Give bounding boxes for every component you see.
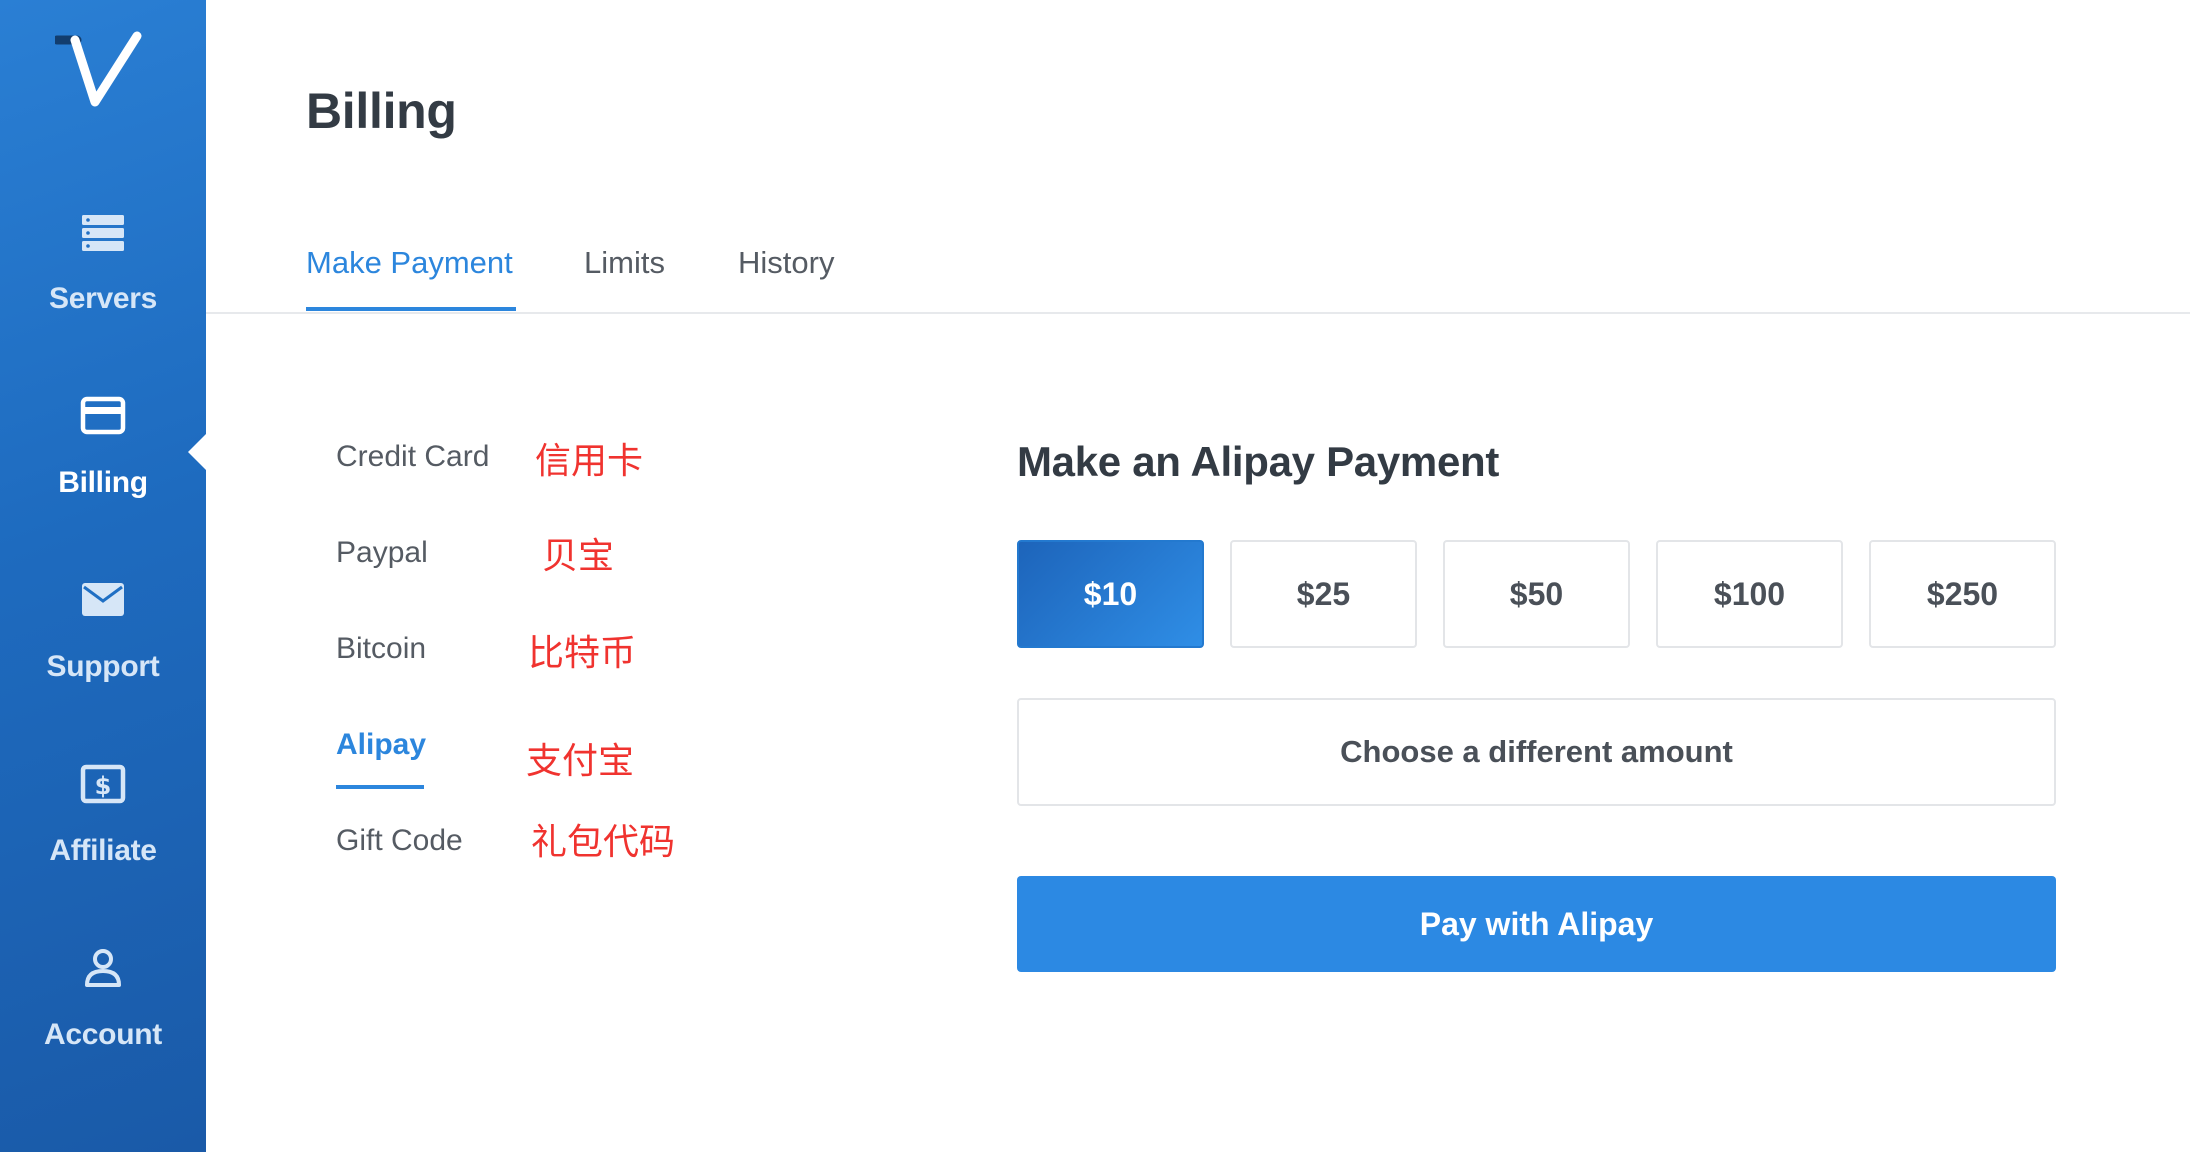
- envelope-icon: [82, 583, 124, 616]
- vultr-logo-icon[interactable]: [55, 30, 155, 115]
- amount-button-10[interactable]: $10: [1017, 540, 1204, 648]
- sidebar-item-servers[interactable]: Servers: [0, 212, 206, 362]
- active-tab-underline: [306, 307, 516, 311]
- server-icon: [82, 215, 124, 251]
- sidebar-item-label: Account: [44, 1018, 162, 1051]
- sidebar-item-account[interactable]: Account: [0, 948, 206, 1098]
- payment-panel-title: Make an Alipay Payment: [1017, 438, 1500, 485]
- user-icon: [85, 949, 121, 987]
- amount-button-250[interactable]: $250: [1869, 540, 2056, 648]
- annotation-alipay: 支付宝: [526, 741, 635, 782]
- tab-history[interactable]: History: [738, 245, 834, 281]
- dollar-bill-icon: $: [80, 764, 126, 804]
- svg-text:$: $: [95, 772, 112, 800]
- page-title: Billing: [306, 83, 457, 139]
- sidebar-item-label: Support: [46, 650, 160, 683]
- tab-limits[interactable]: Limits: [584, 245, 665, 281]
- method-bitcoin[interactable]: Bitcoin: [336, 632, 426, 666]
- method-alipay[interactable]: Alipay: [336, 728, 426, 762]
- sidebar-item-affiliate[interactable]: $ Affiliate: [0, 764, 206, 914]
- pay-with-alipay-button[interactable]: Pay with Alipay: [1017, 876, 2056, 972]
- annotation-credit-card: 信用卡: [535, 441, 644, 482]
- sidebar-item-billing[interactable]: Billing: [0, 396, 206, 546]
- method-credit-card[interactable]: Credit Card: [336, 440, 489, 474]
- credit-card-icon: [80, 396, 126, 435]
- amount-button-100[interactable]: $100: [1656, 540, 1843, 648]
- choose-different-amount-button[interactable]: Choose a different amount: [1017, 698, 2056, 806]
- method-paypal[interactable]: Paypal: [336, 536, 428, 570]
- sidebar-item-support[interactable]: Support: [0, 580, 206, 730]
- amount-button-50[interactable]: $50: [1443, 540, 1630, 648]
- amount-button-25[interactable]: $25: [1230, 540, 1417, 648]
- active-method-underline: [336, 785, 424, 789]
- method-gift-code[interactable]: Gift Code: [336, 824, 463, 858]
- sidebar-item-label: Servers: [49, 282, 157, 315]
- annotation-bitcoin: 比特币: [528, 633, 637, 674]
- annotation-paypal: 贝宝: [542, 536, 615, 577]
- tab-make-payment[interactable]: Make Payment: [306, 245, 513, 281]
- sidebar: Servers Billing Support $ Affiliate Acco…: [0, 0, 206, 1152]
- sidebar-item-label: Affiliate: [49, 834, 157, 867]
- tabs-divider: [206, 312, 2190, 314]
- annotation-gift-code: 礼包代码: [531, 822, 676, 863]
- sidebar-item-label: Billing: [58, 466, 148, 499]
- active-indicator: [188, 434, 206, 470]
